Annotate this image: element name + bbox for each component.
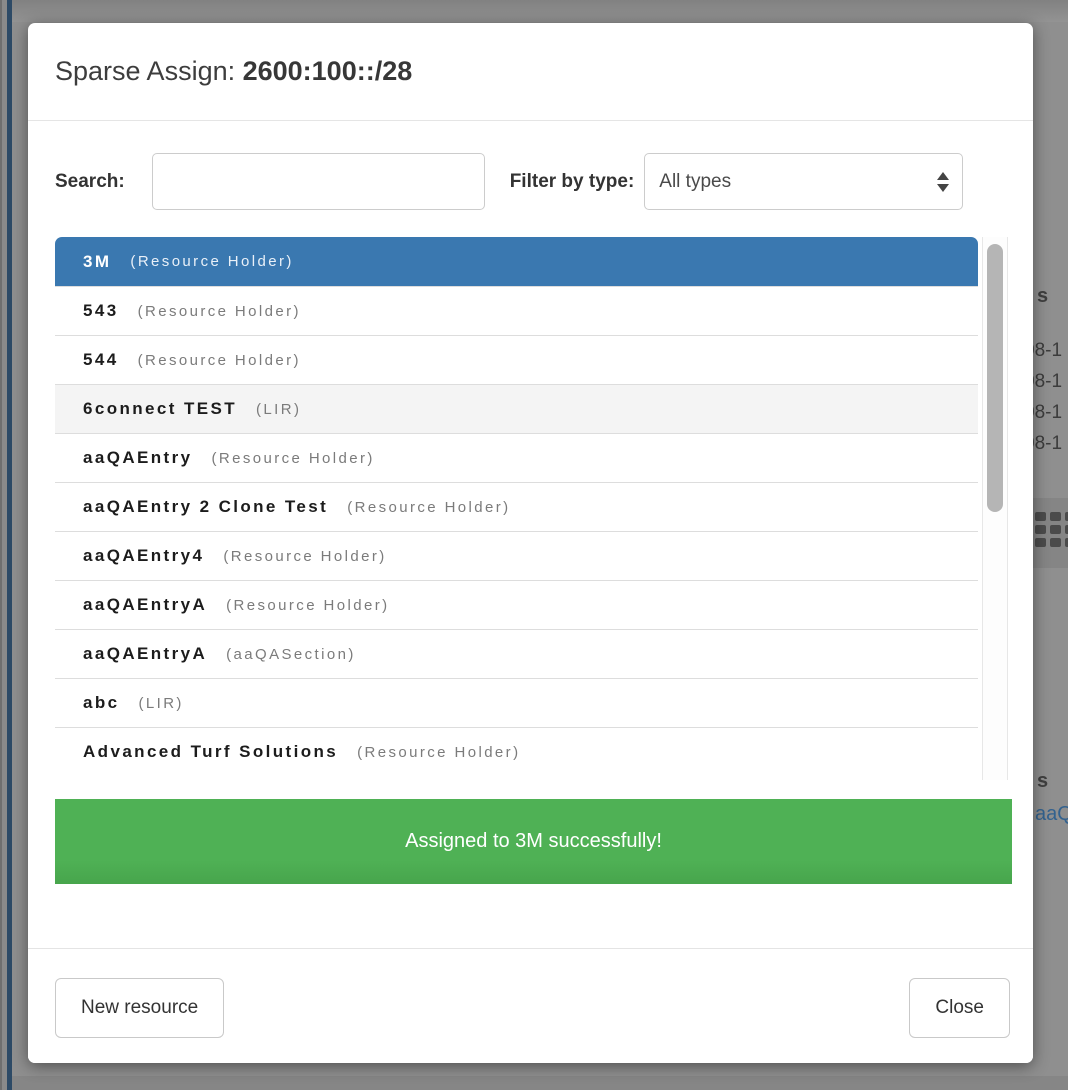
scrollbar-thumb[interactable] bbox=[987, 244, 1003, 512]
list-item[interactable]: 544 (Resource Holder) bbox=[55, 335, 978, 384]
list-item-name: 3M bbox=[83, 252, 111, 272]
scrollbar-track[interactable] bbox=[982, 237, 1008, 780]
list-item-name: 543 bbox=[83, 301, 119, 321]
page-title: Sparse Assign: 2600:100::/28 bbox=[55, 56, 412, 87]
title-resource: 2600:100::/28 bbox=[243, 56, 413, 86]
search-input[interactable] bbox=[152, 153, 485, 210]
background-link-fragment: aaQA bbox=[1035, 803, 1068, 826]
list-item-name: aaQAEntryA bbox=[83, 644, 207, 664]
list-item-type: (Resource Holder) bbox=[130, 253, 293, 270]
list-item-type: (LIR) bbox=[256, 401, 301, 418]
screen: s 08-1 08-1 08-1 08-1 s aaQA Sparse Assi… bbox=[0, 0, 1068, 1090]
success-alert: Assigned to 3M successfully! bbox=[55, 799, 1012, 884]
list-item-name: abc bbox=[83, 693, 120, 713]
sparse-assign-modal: Sparse Assign: 2600:100::/28 Search: Fil… bbox=[28, 23, 1033, 1063]
controls-row: Search: Filter by type: All types bbox=[55, 153, 1012, 210]
list-item-name: aaQAEntryA bbox=[83, 595, 207, 615]
list-item[interactable]: aaQAEntry4 (Resource Holder) bbox=[55, 531, 978, 580]
background-text-fragment: s bbox=[1037, 285, 1048, 308]
search-label: Search: bbox=[55, 171, 125, 193]
list-item-name: 544 bbox=[83, 350, 119, 370]
list-item-type: (Resource Holder) bbox=[347, 499, 510, 516]
list-item[interactable]: 6connect TEST (LIR) bbox=[55, 384, 978, 433]
list-item-name: aaQAEntry4 bbox=[83, 546, 204, 566]
filter-by-type-label: Filter by type: bbox=[510, 171, 635, 193]
background-sidebar-edge bbox=[7, 0, 12, 1090]
background-top-bar bbox=[0, 0, 1068, 22]
title-prefix: Sparse Assign: bbox=[55, 56, 243, 86]
list-item-name: aaQAEntry 2 Clone Test bbox=[83, 497, 328, 517]
new-resource-button[interactable]: New resource bbox=[55, 978, 224, 1038]
list-item-name: Advanced Turf Solutions bbox=[83, 742, 338, 762]
grid-icon bbox=[1035, 512, 1068, 547]
list-item[interactable]: 543 (Resource Holder) bbox=[55, 286, 978, 335]
list-item-type: (Resource Holder) bbox=[223, 548, 386, 565]
list-item-type: (Resource Holder) bbox=[138, 352, 301, 369]
background-text-fragment: s bbox=[1037, 770, 1048, 793]
background-bottom-bar bbox=[0, 1076, 1068, 1090]
list-item-type: (Resource Holder) bbox=[357, 744, 520, 761]
modal-header: Sparse Assign: 2600:100::/28 bbox=[28, 23, 1033, 121]
resource-list-area: 3M (Resource Holder) 543 (Resource Holde… bbox=[55, 237, 1012, 780]
list-item[interactable]: aaQAEntryA (Resource Holder) bbox=[55, 580, 978, 629]
close-button[interactable]: Close bbox=[909, 978, 1010, 1038]
modal-footer: New resource Close bbox=[28, 948, 1033, 1063]
list-item[interactable]: aaQAEntry (Resource Holder) bbox=[55, 433, 978, 482]
list-item[interactable]: abc (LIR) bbox=[55, 678, 978, 727]
list-item-name: aaQAEntry bbox=[83, 448, 192, 468]
resource-list: 3M (Resource Holder) 543 (Resource Holde… bbox=[55, 237, 978, 780]
list-item-type: (aaQASection) bbox=[226, 646, 356, 663]
type-filter-value: All types bbox=[659, 171, 731, 193]
list-item-type: (Resource Holder) bbox=[211, 450, 374, 467]
list-item[interactable]: aaQAEntry 2 Clone Test (Resource Holder) bbox=[55, 482, 978, 531]
list-item-type: (LIR) bbox=[139, 695, 184, 712]
list-item-type: (Resource Holder) bbox=[138, 303, 301, 320]
type-filter-select[interactable]: All types bbox=[644, 153, 963, 210]
list-item[interactable]: Advanced Turf Solutions (Resource Holder… bbox=[55, 727, 978, 776]
list-item-name: 6connect TEST bbox=[83, 399, 237, 419]
list-item[interactable]: aaQAEntryA (aaQASection) bbox=[55, 629, 978, 678]
list-item[interactable]: 3M (Resource Holder) bbox=[55, 237, 978, 286]
list-item-type: (Resource Holder) bbox=[226, 597, 389, 614]
select-arrows-icon bbox=[937, 172, 949, 192]
